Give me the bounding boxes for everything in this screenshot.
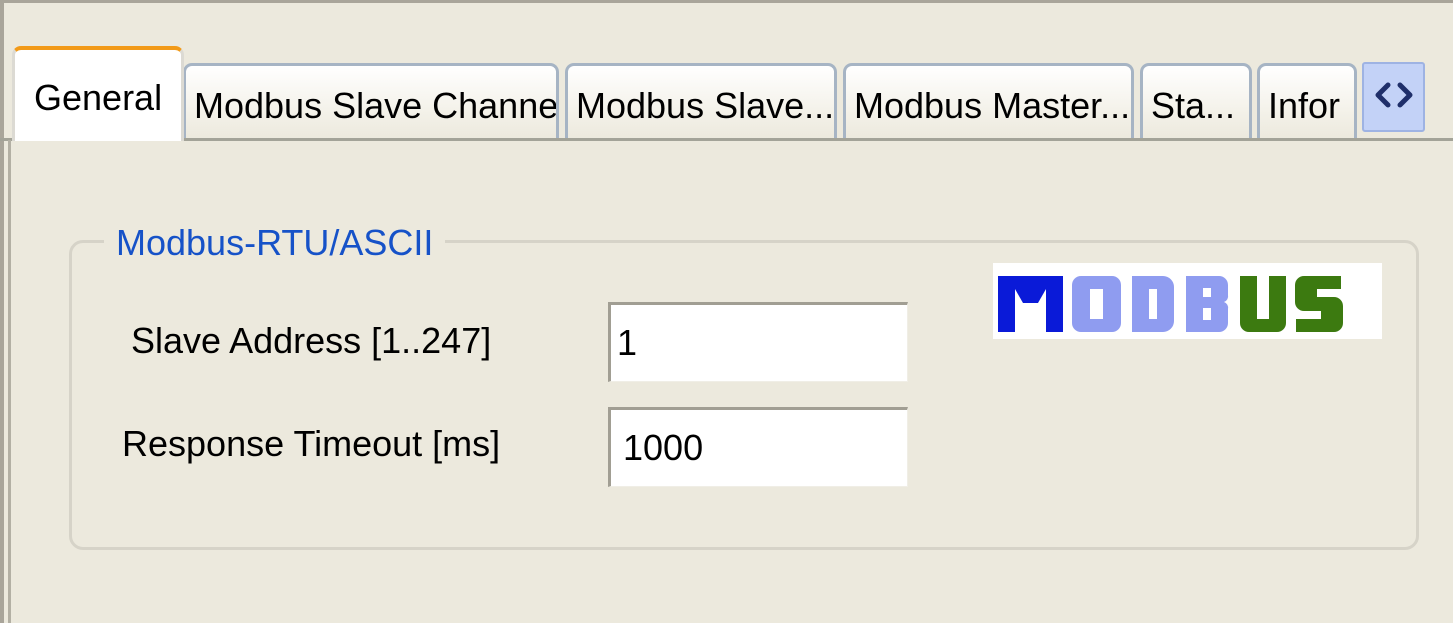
slave-address-input[interactable]: 1 — [608, 302, 908, 382]
modbus-logo — [993, 263, 1382, 339]
tab-label: Sta... — [1151, 84, 1236, 126]
tab-information[interactable]: Infor — [1257, 63, 1357, 139]
tab-general[interactable]: General — [12, 46, 184, 141]
tab-label: Modbus Slave Channel — [194, 84, 559, 126]
response-timeout-input[interactable]: 1000 — [608, 407, 908, 487]
tab-modbus-slave-channel[interactable]: Modbus Slave Channel — [183, 63, 559, 139]
window-frame-top — [0, 0, 1453, 3]
window-frame-left — [0, 0, 4, 623]
tab-strip-baseline — [0, 138, 1453, 141]
tab-panel-border — [8, 140, 11, 623]
tab-status[interactable]: Sta... — [1140, 63, 1252, 139]
slave-address-label: Slave Address [1..247] — [131, 320, 492, 361]
tab-label: General — [34, 76, 163, 118]
chevron-right-icon[interactable] — [1395, 82, 1415, 113]
tab-modbus-master[interactable]: Modbus Master... — [843, 63, 1134, 139]
tab-modbus-slave[interactable]: Modbus Slave... — [565, 63, 837, 139]
groupbox-title: Modbus-RTU/ASCII — [104, 220, 446, 266]
chevron-left-icon[interactable] — [1373, 82, 1393, 113]
tab-scroll-button[interactable] — [1362, 62, 1425, 132]
tab-label: Modbus Slave... — [576, 84, 835, 126]
tab-label: Infor — [1268, 84, 1341, 126]
tab-label: Modbus Master... — [854, 84, 1131, 126]
response-timeout-label: Response Timeout [ms] — [122, 423, 501, 464]
